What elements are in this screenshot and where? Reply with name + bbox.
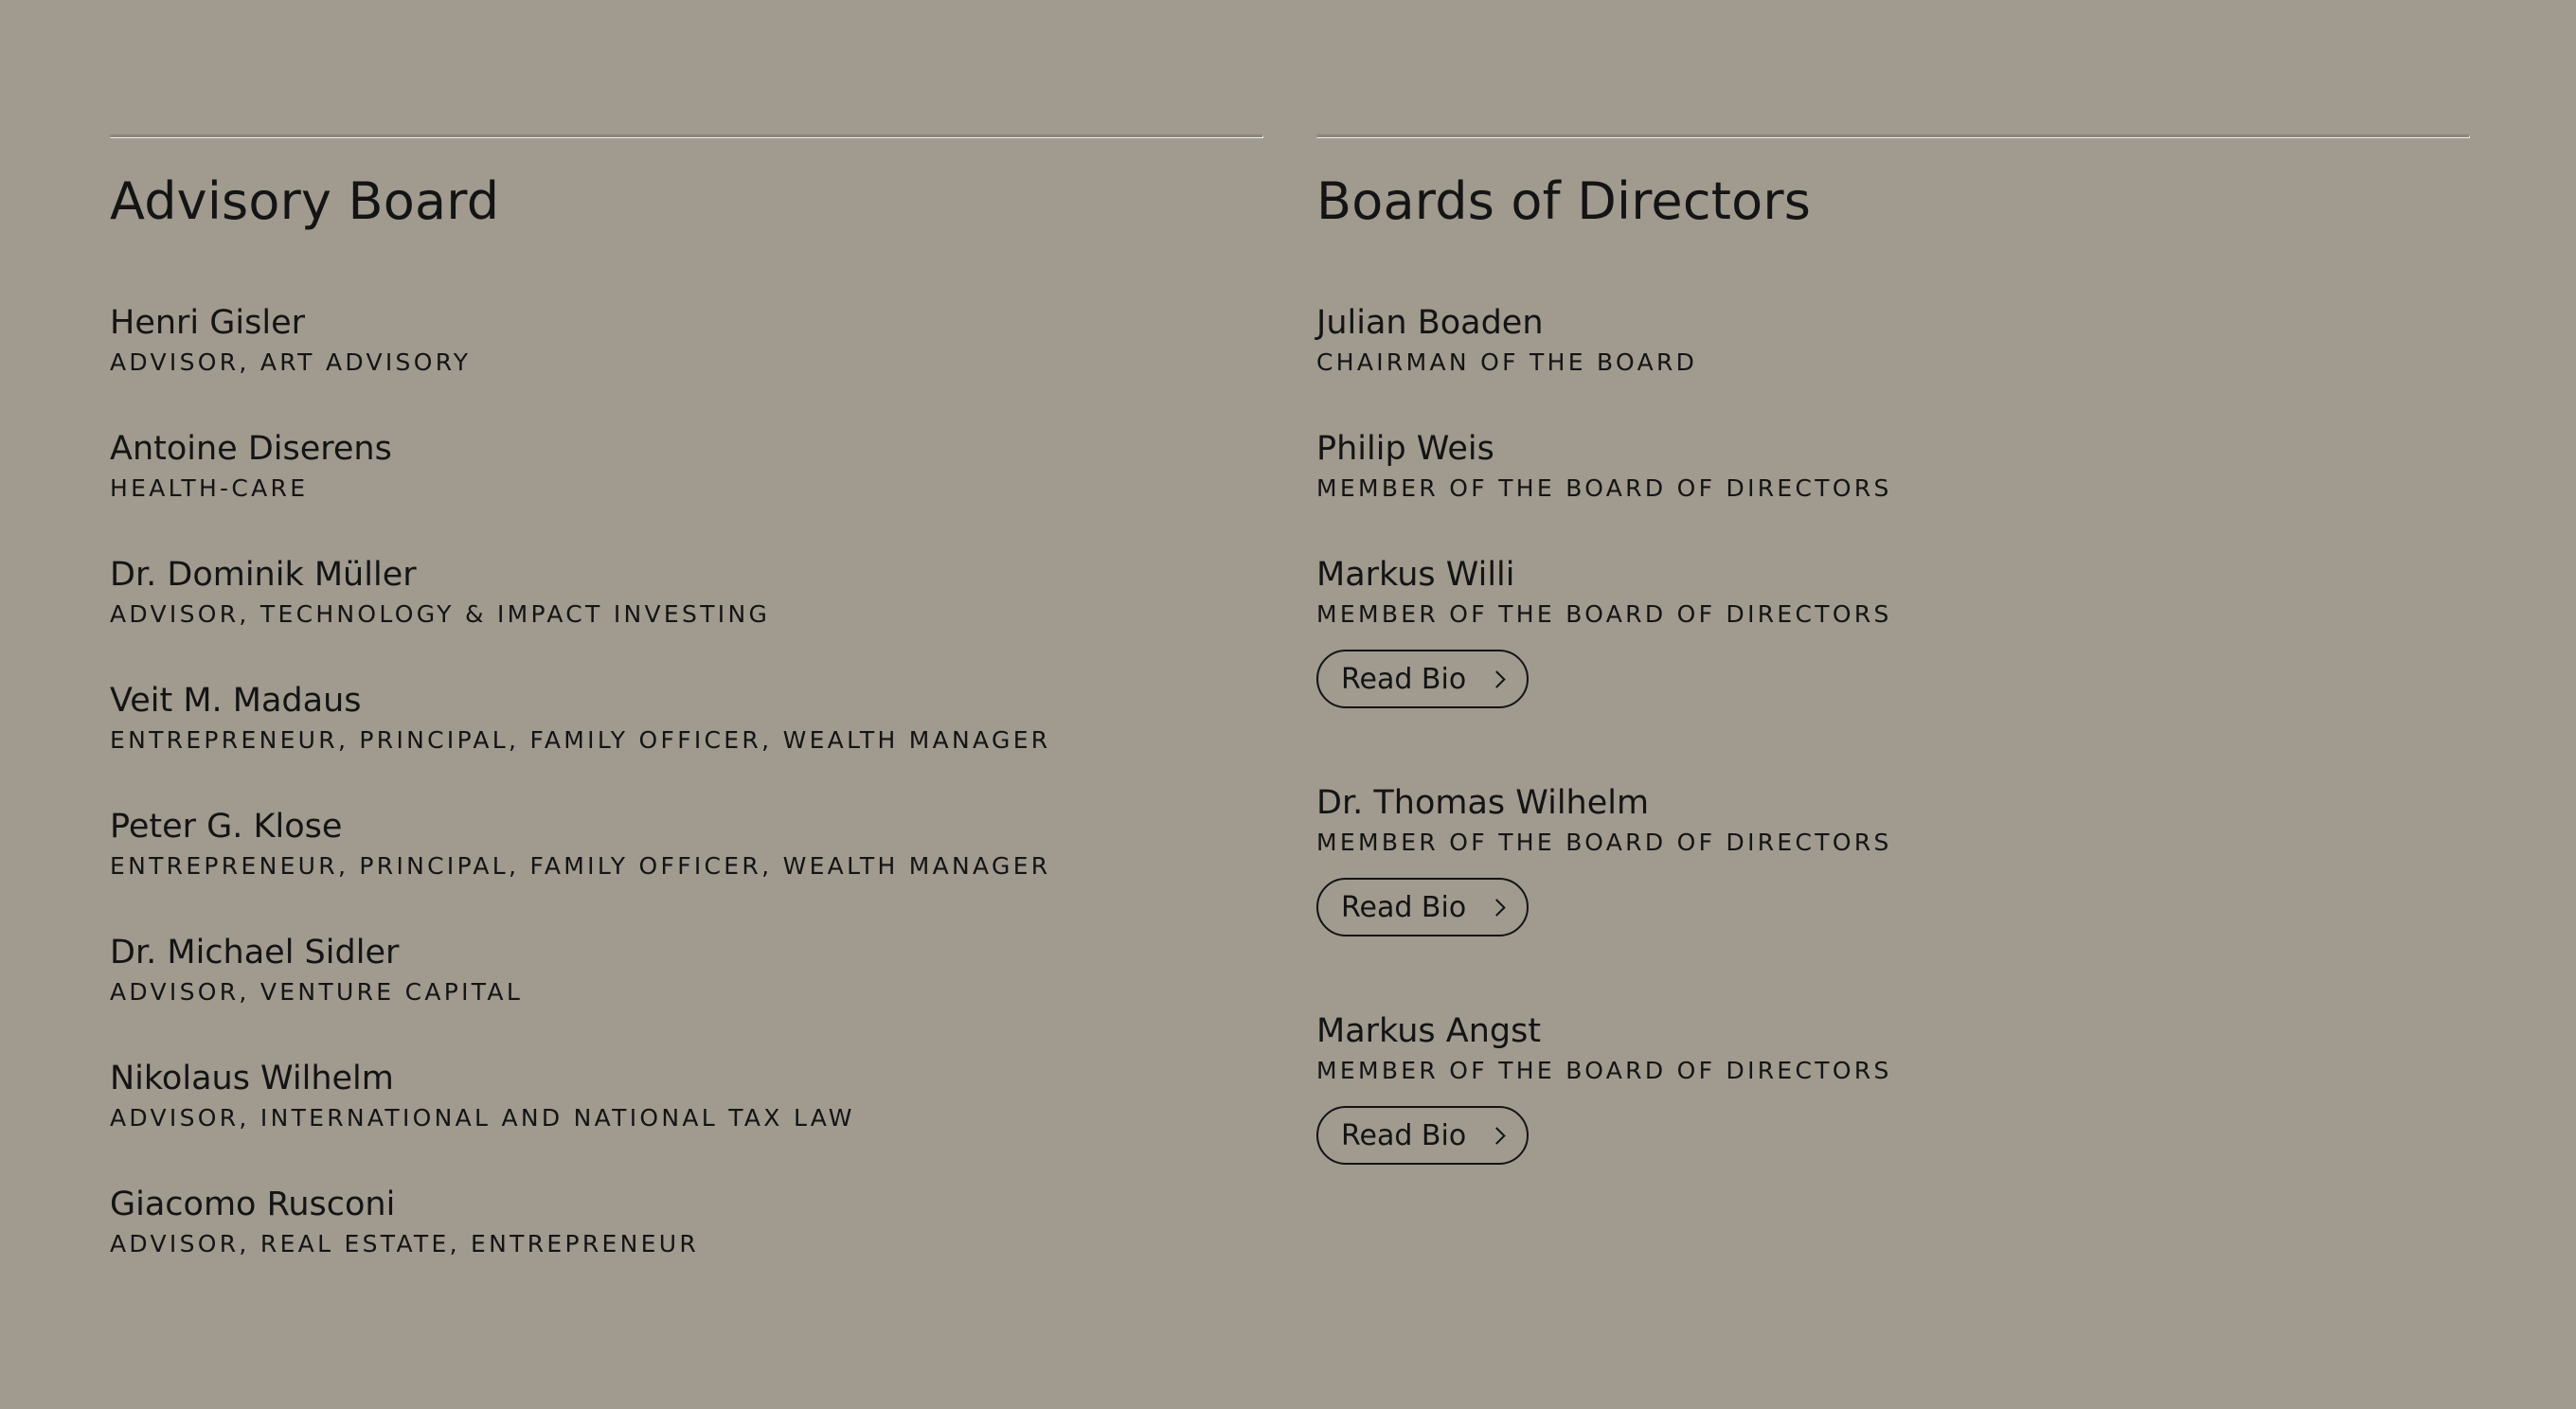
director-list: Julian Boaden CHAIRMAN OF THE BOARD Phil… bbox=[1316, 305, 1892, 1241]
member-role: HEALTH-CARE bbox=[110, 474, 309, 502]
member-name: Henri Gisler bbox=[110, 304, 306, 342]
chevron-right-icon bbox=[1488, 1126, 1506, 1145]
advisory-board-section: Advisory Board Henri Gisler ADVISOR, ART… bbox=[110, 134, 1263, 1257]
list-item: Giacomo Rusconi ADVISOR, REAL ESTATE, EN… bbox=[110, 1186, 1050, 1312]
member-role: CHAIRMAN OF THE BOARD bbox=[1316, 348, 1698, 376]
list-item: Philip Weis MEMBER OF THE BOARD OF DIREC… bbox=[1316, 431, 1892, 557]
read-bio-label: Read Bio bbox=[1341, 890, 1467, 924]
member-role: ADVISOR, INTERNATIONAL AND NATIONAL TAX … bbox=[110, 1104, 855, 1132]
board-of-directors-section: Boards of Directors Julian Boaden CHAIRM… bbox=[1316, 134, 2470, 1165]
section-divider bbox=[1316, 134, 2470, 138]
list-item: Markus Angst MEMBER OF THE BOARD OF DIRE… bbox=[1316, 1013, 1892, 1241]
list-item: Markus Willi MEMBER OF THE BOARD OF DIRE… bbox=[1316, 557, 1892, 785]
chevron-right-icon bbox=[1488, 669, 1506, 688]
list-item: Henri Gisler ADVISOR, ART ADVISORY bbox=[110, 305, 1050, 431]
member-role: MEMBER OF THE BOARD OF DIRECTORS bbox=[1316, 1057, 1892, 1084]
member-role: ENTREPRENEUR, PRINCIPAL, FAMILY OFFICER,… bbox=[110, 726, 1051, 754]
read-bio-label: Read Bio bbox=[1341, 1118, 1467, 1152]
list-item: Dr. Michael Sidler ADVISOR, VENTURE CAPI… bbox=[110, 935, 1050, 1061]
member-role: MEMBER OF THE BOARD OF DIRECTORS bbox=[1316, 600, 1892, 628]
list-item: Dr. Thomas Wilhelm MEMBER OF THE BOARD O… bbox=[1316, 785, 1892, 1013]
read-bio-button[interactable]: Read Bio bbox=[1316, 650, 1529, 708]
member-name: Philip Weis bbox=[1316, 430, 1494, 468]
member-name: Markus Angst bbox=[1316, 1012, 1542, 1050]
member-name: Julian Boaden bbox=[1316, 304, 1544, 342]
member-name: Antoine Diserens bbox=[110, 430, 392, 468]
member-name: Dr. Thomas Wilhelm bbox=[1316, 784, 1650, 822]
chevron-right-icon bbox=[1488, 898, 1506, 917]
member-name: Nikolaus Wilhelm bbox=[110, 1060, 394, 1097]
list-item: Antoine Diserens HEALTH-CARE bbox=[110, 431, 1050, 557]
list-item: Dr. Dominik Müller ADVISOR, TECHNOLOGY &… bbox=[110, 557, 1050, 683]
section-title: Boards of Directors bbox=[1316, 171, 1812, 231]
list-item: Peter G. Klose ENTREPRENEUR, PRINCIPAL, … bbox=[110, 809, 1050, 935]
member-role: ADVISOR, REAL ESTATE, ENTREPRENEUR bbox=[110, 1230, 700, 1257]
member-name: Giacomo Rusconi bbox=[110, 1186, 396, 1223]
list-item: Veit M. Madaus ENTREPRENEUR, PRINCIPAL, … bbox=[110, 683, 1050, 809]
section-title: Advisory Board bbox=[110, 171, 500, 231]
member-role: ENTREPRENEUR, PRINCIPAL, FAMILY OFFICER,… bbox=[110, 852, 1051, 880]
member-role: ADVISOR, VENTURE CAPITAL bbox=[110, 978, 524, 1006]
member-name: Dr. Dominik Müller bbox=[110, 556, 417, 594]
read-bio-label: Read Bio bbox=[1341, 662, 1467, 696]
list-item: Julian Boaden CHAIRMAN OF THE BOARD bbox=[1316, 305, 1892, 431]
list-item: Nikolaus Wilhelm ADVISOR, INTERNATIONAL … bbox=[110, 1061, 1050, 1186]
advisory-member-list: Henri Gisler ADVISOR, ART ADVISORY Antoi… bbox=[110, 305, 1050, 1312]
read-bio-button[interactable]: Read Bio bbox=[1316, 1106, 1529, 1165]
member-role: MEMBER OF THE BOARD OF DIRECTORS bbox=[1316, 474, 1892, 502]
member-name: Dr. Michael Sidler bbox=[110, 934, 400, 972]
member-role: ADVISOR, TECHNOLOGY & IMPACT INVESTING bbox=[110, 600, 771, 628]
member-name: Markus Willi bbox=[1316, 556, 1515, 594]
member-name: Veit M. Madaus bbox=[110, 682, 362, 720]
section-divider bbox=[110, 134, 1263, 138]
member-role: MEMBER OF THE BOARD OF DIRECTORS bbox=[1316, 829, 1892, 856]
member-name: Peter G. Klose bbox=[110, 808, 343, 846]
read-bio-button[interactable]: Read Bio bbox=[1316, 878, 1529, 936]
member-role: ADVISOR, ART ADVISORY bbox=[110, 348, 472, 376]
